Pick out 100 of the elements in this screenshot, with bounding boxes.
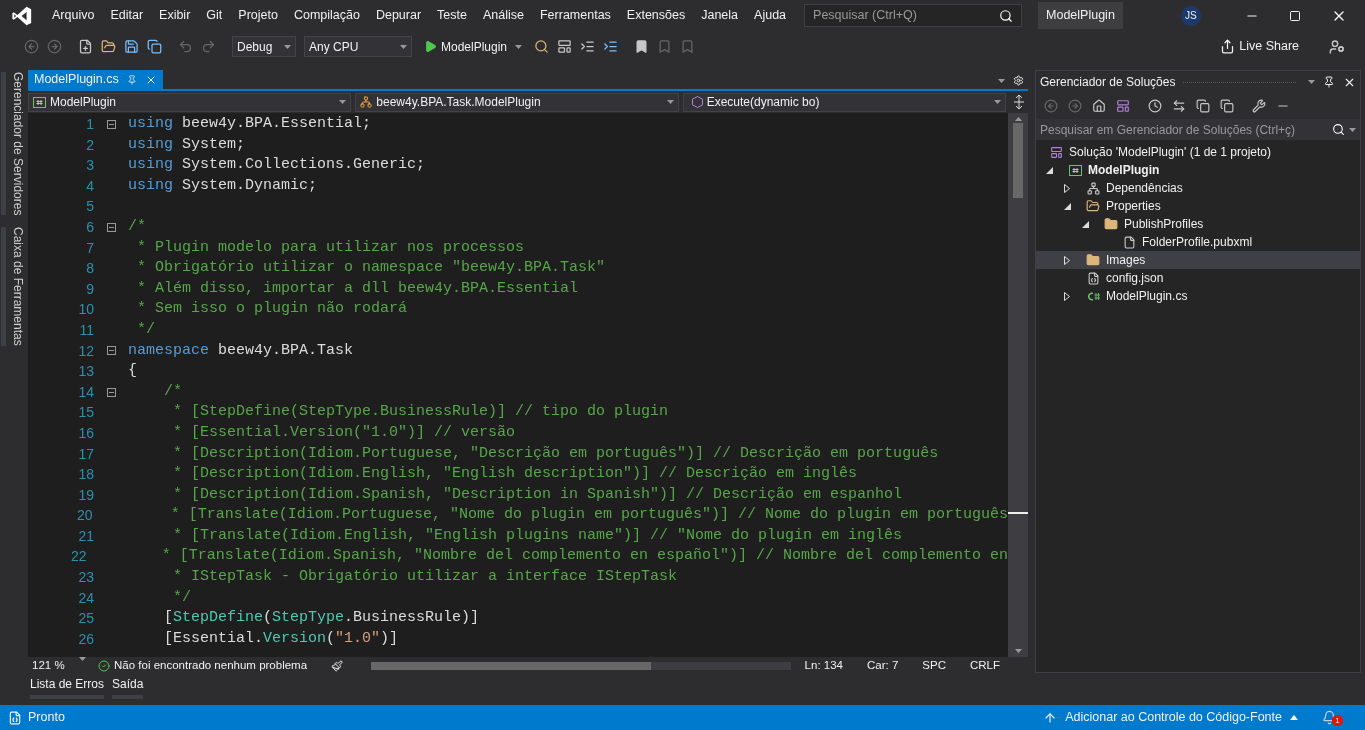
collapse-icon[interactable] <box>106 387 116 397</box>
caret-icon <box>400 44 407 49</box>
split-icon[interactable] <box>1014 95 1024 109</box>
collapse-all-icon[interactable] <box>1196 99 1210 113</box>
restore-icon[interactable] <box>1289 9 1301 22</box>
search-field[interactable]: Pesquisar (Ctrl+Q) <box>813 6 1000 25</box>
tree-item-label[interactable]: Solução 'ModelPlugin' (1 de 1 projeto) <box>1069 143 1272 161</box>
new-item-icon[interactable] <box>78 39 93 54</box>
tree-item[interactable]: Properties <box>1036 197 1360 215</box>
vertical-scrollbar[interactable] <box>1008 113 1028 657</box>
undo-icon[interactable] <box>178 39 193 54</box>
pin-icon[interactable] <box>1323 76 1335 88</box>
solution-view-icon[interactable] <box>1116 99 1130 113</box>
line-number: 13 <box>77 362 94 382</box>
expander-icon[interactable] <box>1082 220 1089 228</box>
run-button[interactable]: ModelPlugin <box>420 37 527 56</box>
navigation-dropdown[interactable]: ModelPlugin <box>28 92 352 112</box>
wrench-icon[interactable] <box>1252 99 1266 113</box>
column-indicator: Car: 7 <box>867 658 899 674</box>
live-share-button[interactable]: Live Share <box>1220 37 1299 56</box>
menu-item[interactable]: Extensões <box>618 6 694 25</box>
line-number: 2 <box>85 135 94 155</box>
collapse-icon[interactable] <box>106 346 116 356</box>
home-icon[interactable] <box>1092 99 1106 113</box>
menu-item[interactable]: Ajuda <box>746 6 795 25</box>
folder-icon <box>1104 217 1118 231</box>
indent-icon[interactable] <box>580 39 596 54</box>
user-avatar[interactable]: JS <box>1180 5 1201 26</box>
menu-item[interactable]: Ferramentas <box>532 6 619 25</box>
caret-icon <box>284 44 291 49</box>
tree-item[interactable]: Dependências <box>1036 179 1360 197</box>
menu-item[interactable]: Editar <box>102 6 152 25</box>
collapse-icon[interactable] <box>106 119 116 129</box>
code-line: { <box>128 361 137 382</box>
line-number: 8 <box>85 259 94 279</box>
brush-icon[interactable] <box>331 660 344 672</box>
issues-status[interactable]: Não foi encontrado nenhum problema <box>114 657 308 675</box>
expander-icon[interactable] <box>1064 202 1071 210</box>
menu-item[interactable]: Análise <box>475 6 532 25</box>
search-field[interactable]: Pesquisar em Gerenciador de Soluções (Ctrl+ç) <box>1040 120 1332 139</box>
notification-icon[interactable] <box>1322 710 1337 725</box>
menu-item[interactable]: Exibir <box>151 6 199 25</box>
collapse-icon[interactable] <box>106 222 116 232</box>
search-box[interactable]: Pesquisar (Ctrl+Q) <box>804 4 1023 27</box>
tree-item[interactable]: FolderProfile.pubxml <box>1036 233 1360 251</box>
tool-window-tab[interactable]: Lista de Erros <box>30 677 105 699</box>
back-icon[interactable] <box>24 39 39 54</box>
caret-icon <box>1290 715 1298 720</box>
tree-item[interactable]: config.json <box>1036 269 1360 287</box>
save-all-icon[interactable] <box>147 39 162 54</box>
tree-item-label: ModelPlugin <box>1088 162 1160 179</box>
caret-icon <box>339 100 347 104</box>
menu-item[interactable]: Depurar <box>367 6 430 25</box>
tree-item[interactable]: PublishProfiles <box>1036 215 1360 233</box>
horizontal-scrollbar[interactable] <box>371 662 792 670</box>
line-number: 20 <box>76 506 93 526</box>
bookmark-icon[interactable] <box>634 39 650 54</box>
window-icon[interactable] <box>557 39 573 54</box>
platform-dropdown[interactable]: Any CPU <box>304 36 412 57</box>
settings-icon[interactable] <box>1013 75 1024 86</box>
find-icon[interactable] <box>534 39 550 54</box>
show-all-files-icon[interactable] <box>1220 99 1234 113</box>
feedback-icon[interactable] <box>1329 38 1345 55</box>
open-folder-icon[interactable] <box>101 39 116 54</box>
zoom-dropdown[interactable]: 121 % <box>28 657 90 675</box>
redo-icon[interactable] <box>201 39 216 54</box>
code-line: * [StepDefine(StepType.BusinessRule)] // tipo do plugin <box>172 402 669 423</box>
search-box[interactable]: Pesquisar em Gerenciador de Soluções (Ctrl+ç) <box>1036 119 1360 140</box>
menu-item[interactable]: Compilação <box>285 6 368 25</box>
scrollbar-thumb[interactable] <box>371 662 652 670</box>
comment-icon[interactable] <box>603 39 619 54</box>
tree-item[interactable]: ModelPlugin <box>1036 161 1360 179</box>
menu-item[interactable]: Teste <box>429 6 475 25</box>
expander-icon[interactable] <box>1064 291 1070 301</box>
code-line: /* <box>128 216 146 237</box>
navigation-dropdown[interactable]: beew4y.BPA.Task.ModelPlugin <box>355 92 679 112</box>
clock-icon[interactable] <box>1148 99 1162 113</box>
scroll-down-icon[interactable] <box>1014 649 1022 653</box>
menu-item[interactable]: Janela <box>693 6 747 25</box>
save-icon[interactable] <box>124 39 139 54</box>
logo-icon[interactable] <box>11 4 33 27</box>
sync-icon[interactable] <box>1172 99 1186 113</box>
dropdown-value: ModelPlugin <box>50 94 118 111</box>
configuration-dropdown[interactable]: Debug <box>232 36 296 57</box>
tree-item[interactable]: Images <box>1036 251 1360 269</box>
line-number: 16 <box>77 423 94 443</box>
navigation-dropdown[interactable]: Execute(dynamic bo) <box>682 92 1006 112</box>
source-control-button[interactable]: Adicionar ao Controle do Código-Fonte <box>1043 708 1298 727</box>
scroll-up-icon[interactable] <box>1014 117 1022 121</box>
code-line: [StepDefine(StepType.BusinessRule)] <box>163 608 480 629</box>
expander-icon[interactable] <box>1046 166 1053 174</box>
menu-item[interactable]: Git <box>198 6 231 25</box>
menu-item[interactable]: Projeto <box>230 6 286 25</box>
tool-window-tab[interactable]: Saída <box>112 677 144 699</box>
scrollbar-thumb[interactable] <box>1013 123 1023 198</box>
tree-item[interactable]: ModelPlugin.cs <box>1036 287 1360 305</box>
menu-item[interactable]: Arquivo <box>44 6 103 25</box>
line-number: 3 <box>85 156 94 176</box>
forward-icon[interactable] <box>47 39 62 54</box>
expander-icon[interactable] <box>1064 255 1070 265</box>
